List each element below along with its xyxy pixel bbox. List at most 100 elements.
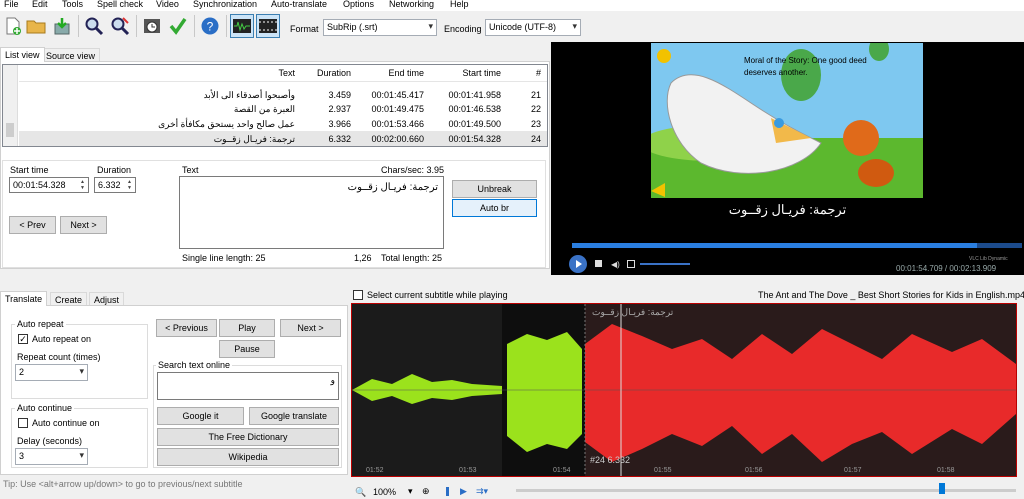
video-subtitle: ترجمة: فريـال زقــوت — [728, 202, 847, 217]
table-row-selected[interactable]: 24 00:01:54.328 00:02:00.660 6.332 ترجمة: فر… — [19, 131, 547, 146]
menu-video[interactable]: Video — [156, 0, 179, 9]
menu-tools[interactable]: Tools — [62, 0, 83, 9]
stop-icon[interactable] — [595, 260, 602, 267]
auto-continue-title: Auto continue — [15, 403, 75, 413]
spell-check-icon[interactable] — [166, 14, 190, 38]
grid-scrollbar[interactable] — [3, 65, 18, 146]
col-start-time[interactable]: Start time — [462, 68, 501, 78]
menu-spell-check[interactable]: Spell check — [97, 0, 143, 9]
volume-slider[interactable] — [640, 263, 690, 265]
waveform-subtitle-label: #24 6.332 — [590, 455, 631, 465]
open-folder-icon[interactable] — [24, 14, 48, 38]
table-row[interactable]: 22 00:01:46.538 00:01:49.475 2.937 العبرة من… — [19, 101, 547, 116]
replace-icon[interactable] — [108, 14, 132, 38]
select-current-label: Select current subtitle while playing — [367, 290, 508, 300]
unbreak-button[interactable]: Unbreak — [452, 180, 537, 198]
forward-icon[interactable]: ⇉▾ — [476, 486, 488, 497]
table-row[interactable]: 21 00:01:41.958 00:01:45.417 3.459 وأصبحوا أ… — [19, 87, 547, 102]
format-label: Format — [290, 24, 319, 34]
menu-bar: File Edit Tools Spell check Video Synchr… — [0, 0, 1024, 11]
menu-auto-translate[interactable]: Auto-translate — [271, 0, 327, 9]
menu-edit[interactable]: Edit — [32, 0, 48, 9]
encoding-select[interactable]: Unicode (UTF-8) — [485, 19, 581, 36]
zoom-out-icon[interactable]: 🔍 — [355, 487, 366, 498]
cursor-position: 1,26 — [354, 253, 372, 263]
play-button[interactable] — [569, 255, 587, 273]
pause-button[interactable]: Pause — [219, 340, 275, 358]
save-icon[interactable] — [50, 14, 74, 38]
prev-button[interactable]: < Prev — [9, 216, 56, 234]
waveform-subtitle-text: ترجمة: فريـال زقــوت — [592, 307, 674, 317]
total-length: Total length: 25 — [381, 253, 443, 263]
waveform-toggle-icon[interactable] — [230, 14, 254, 38]
wikipedia-button[interactable]: Wikipedia — [157, 448, 339, 466]
col-duration[interactable]: Duration — [317, 68, 351, 78]
format-select[interactable]: SubRip (.srt) — [323, 19, 437, 36]
text-label: Text — [182, 165, 199, 175]
auto-continue-checkbox[interactable] — [18, 418, 28, 428]
zoom-select[interactable]: 100% — [373, 487, 396, 497]
menu-networking[interactable]: Networking — [389, 0, 434, 9]
delay-label: Delay (seconds) — [17, 436, 83, 446]
fullscreen-icon[interactable] — [627, 260, 635, 268]
duration-field[interactable]: 6.332 ▲ ▼ — [94, 177, 136, 193]
subtitle-text-input[interactable]: ترجمة: فريـال زقــوت — [179, 176, 444, 249]
repeat-count-select[interactable]: 2 — [15, 364, 88, 381]
col-end-time[interactable]: End time — [388, 68, 424, 78]
video-seek-bar[interactable] — [572, 243, 1022, 248]
tick-label: 01:57 — [844, 467, 862, 474]
chars-per-sec: Chars/sec: 3.95 — [381, 165, 445, 175]
start-time-field[interactable]: 00:01:54.328 ▲ ▼ — [9, 177, 89, 193]
waveform-panel[interactable]: ترجمة: فريـال زقــوت #24 6.332 01:52 01:… — [351, 303, 1017, 477]
play-wave-icon[interactable]: ▶ — [460, 486, 467, 497]
menu-options[interactable]: Options — [343, 0, 374, 9]
position-slider-thumb[interactable] — [939, 483, 945, 494]
start-time-label: Start time — [10, 165, 49, 175]
free-dictionary-button[interactable]: The Free Dictionary — [157, 428, 339, 446]
select-current-checkbox[interactable] — [353, 290, 363, 300]
tip-text: Tip: Use <alt+arrow up/down> to go to pr… — [3, 479, 243, 489]
delay-select[interactable]: 3 — [15, 448, 88, 465]
menu-file[interactable]: File — [4, 0, 19, 9]
zoom-in-icon[interactable]: ⊕ — [422, 486, 430, 497]
repeat-count-label: Repeat count (times) — [17, 352, 101, 362]
encoding-label: Encoding — [444, 24, 482, 34]
table-row[interactable]: 23 00:01:49.500 00:01:53.466 3.966 عمل صالح … — [19, 116, 547, 131]
help-icon[interactable]: ? — [198, 14, 222, 38]
grid-header: # Start time End time Duration Text — [19, 65, 547, 82]
toolbar: ? Format SubRip (.srt) Encoding Unicode … — [0, 11, 1024, 43]
find-icon[interactable] — [82, 14, 106, 38]
visual-sync-icon[interactable] — [140, 14, 164, 38]
tick-label: 01:55 — [654, 467, 672, 474]
col-text[interactable]: Text — [278, 68, 295, 78]
vlc-brand: VLC Lib Dynamic — [969, 256, 1008, 262]
subtitle-grid: # Start time End time Duration Text 21 00… — [2, 64, 548, 147]
auto-repeat-title: Auto repeat — [15, 319, 66, 329]
vertical-zoom-icon[interactable] — [446, 487, 449, 496]
auto-repeat-checkbox[interactable]: ✓ — [18, 334, 28, 344]
previous-button[interactable]: < Previous — [156, 319, 217, 337]
media-filename: The Ant and The Dove _ Best Short Storie… — [758, 290, 1024, 300]
video-toggle-icon[interactable] — [256, 14, 280, 38]
google-it-button[interactable]: Google it — [157, 407, 244, 425]
tick-label: 01:56 — [745, 467, 763, 474]
tab-translate[interactable]: Translate — [0, 291, 48, 306]
video-bubble-text: Moral of the Story: One good deed deserv… — [744, 56, 867, 77]
tick-label: 01:58 — [937, 467, 955, 474]
google-translate-button[interactable]: Google translate — [249, 407, 339, 425]
col-number[interactable]: # — [536, 68, 541, 78]
zoom-dropdown-icon[interactable]: ▾ — [408, 486, 413, 497]
tab-list-view[interactable]: List view — [0, 47, 45, 62]
new-file-icon[interactable] — [1, 14, 25, 38]
menu-synchronization[interactable]: Synchronization — [193, 0, 257, 9]
video-frame: Moral of the Story: One good deed deserv… — [651, 43, 923, 198]
search-text-input[interactable]: و — [157, 372, 339, 400]
auto-br-button[interactable]: Auto br — [452, 199, 537, 217]
next-translate-button[interactable]: Next > — [280, 319, 341, 337]
volume-icon[interactable]: ◀) — [611, 260, 620, 269]
tick-label: 01:52 — [366, 467, 384, 474]
play-translate-button[interactable]: Play — [219, 319, 275, 337]
menu-help[interactable]: Help — [450, 0, 469, 9]
next-button[interactable]: Next > — [60, 216, 107, 234]
svg-text:?: ? — [207, 20, 214, 34]
